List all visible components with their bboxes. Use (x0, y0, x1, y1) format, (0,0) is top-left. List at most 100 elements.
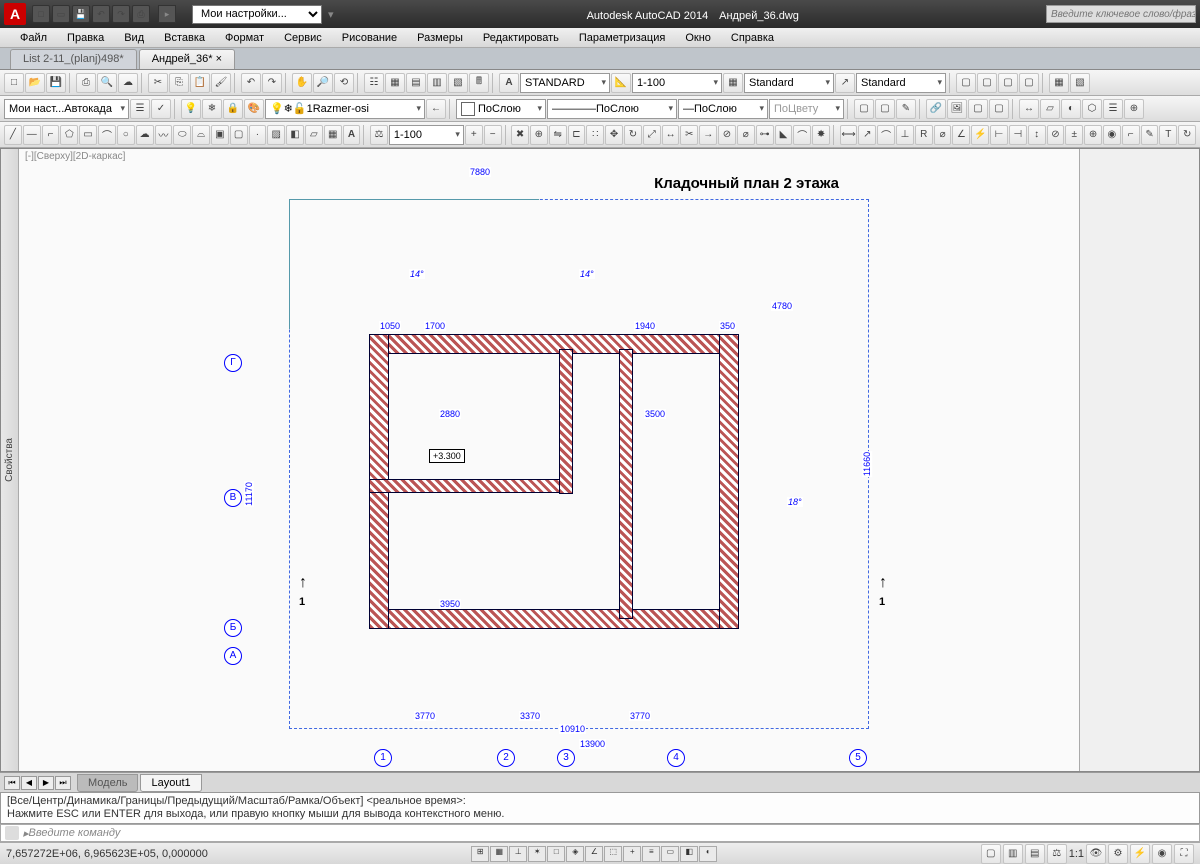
layer-dropdown[interactable]: 💡❄🔓 1Razmer-osi (265, 99, 425, 119)
region-icon[interactable]: ▱ (305, 125, 323, 145)
right-scrollbar-area[interactable] (1079, 149, 1199, 771)
qat-print-icon[interactable]: ⎙ (132, 5, 150, 23)
plotstyle-dropdown[interactable]: ПоЦвету (769, 99, 844, 119)
workspace-dropdown[interactable]: Мои настройки... (192, 5, 322, 24)
point-icon[interactable]: · (249, 125, 267, 145)
tpy-toggle-icon[interactable]: ▭ (661, 846, 679, 862)
layer-states-icon[interactable]: ✓ (151, 99, 171, 119)
menu-tools[interactable]: Сервис (274, 32, 332, 44)
image-icon[interactable]: 🖼 (947, 99, 967, 119)
tool-dc-icon[interactable]: ▦ (385, 73, 405, 93)
ortho-toggle-icon[interactable]: ⊥ (509, 846, 527, 862)
lineweight-dropdown[interactable]: — ПоСлою (678, 99, 768, 119)
measure-region-icon[interactable]: ◐ (1061, 99, 1081, 119)
dim-break-icon[interactable]: ⊘ (1047, 125, 1065, 145)
tool-redo-icon[interactable]: ↷ (262, 73, 282, 93)
offset-icon[interactable]: ⊏ (568, 125, 586, 145)
layer-off-icon[interactable]: 💡 (181, 99, 201, 119)
anno-scale-icon[interactable]: ⚖ (370, 125, 388, 145)
revcloud-icon[interactable]: ☁ (136, 125, 154, 145)
layer-lock-icon[interactable]: 🔒 (223, 99, 243, 119)
dim-style-dropdown[interactable]: 1-100 (632, 73, 722, 93)
text-style-dropdown[interactable]: STANDARD (520, 73, 610, 93)
coordinates-readout[interactable]: 7,657272E+06, 6,965623E+05, 0,000000 (6, 848, 208, 860)
lwt-toggle-icon[interactable]: ≡ (642, 846, 660, 862)
break-point-icon[interactable]: ⊘ (718, 125, 736, 145)
tool-pan-icon[interactable]: ✋ (292, 73, 312, 93)
tool-plot-icon[interactable]: ⎙ (76, 73, 96, 93)
3dosnap-toggle-icon[interactable]: ◈ (566, 846, 584, 862)
table-icon[interactable]: ▦ (324, 125, 342, 145)
ellipse-arc-icon[interactable]: ⌓ (192, 125, 210, 145)
tool-zoom-icon[interactable]: 🔎 (313, 73, 333, 93)
move-icon[interactable]: ✥ (605, 125, 623, 145)
tool-match-icon[interactable]: 🖌 (211, 73, 231, 93)
tool-properties-icon[interactable]: ☷ (364, 73, 384, 93)
anno-del-icon[interactable]: − (484, 125, 502, 145)
clean-screen-icon[interactable]: ⛶ (1174, 844, 1194, 864)
measure-area-icon[interactable]: ▱ (1040, 99, 1060, 119)
dim-angular-icon[interactable]: ∠ (952, 125, 970, 145)
table-style-icon[interactable]: ▦ (723, 73, 743, 93)
list-icon[interactable]: ☰ (1103, 99, 1123, 119)
xline-icon[interactable]: — (23, 125, 41, 145)
line-icon[interactable]: ╱ (4, 125, 22, 145)
table-style-dropdown[interactable]: Standard (744, 73, 834, 93)
tool-sheet-icon[interactable]: ▥ (427, 73, 447, 93)
polar-toggle-icon[interactable]: ✶ (528, 846, 546, 862)
tool-calc-icon[interactable]: 🖩 (469, 73, 489, 93)
chamfer-icon[interactable]: ◣ (775, 125, 793, 145)
measure-mass-icon[interactable]: ⬡ (1082, 99, 1102, 119)
stretch-icon[interactable]: ↔ (662, 125, 680, 145)
text-multiline-icon[interactable]: A (499, 73, 519, 93)
window-cascade-icon[interactable]: ▧ (1070, 73, 1090, 93)
model-paper-toggle[interactable]: ▢ (981, 844, 1001, 864)
spline-icon[interactable]: 〰 (155, 125, 173, 145)
menu-help[interactable]: Справка (721, 32, 784, 44)
isolate-objects-icon[interactable]: ◉ (1152, 844, 1172, 864)
viewport-4-icon[interactable]: ▢ (1019, 73, 1039, 93)
erase-icon[interactable]: ✖ (511, 125, 529, 145)
workspace-switch-icon[interactable]: ⚙ (1108, 844, 1128, 864)
help-search-input[interactable] (1046, 5, 1196, 23)
mleader-style-icon[interactable]: ↗ (835, 73, 855, 93)
layer-manager-icon[interactable]: ☰ (130, 99, 150, 119)
tool-publish-icon[interactable]: ☁ (118, 73, 138, 93)
menu-draw[interactable]: Рисование (332, 32, 407, 44)
join-icon[interactable]: ⊶ (756, 125, 774, 145)
id-point-icon[interactable]: ⊕ (1124, 99, 1144, 119)
inspect-icon[interactable]: ◉ (1103, 125, 1121, 145)
insert-block-icon[interactable]: ▣ (211, 125, 229, 145)
tolerance-icon[interactable]: ± (1065, 125, 1083, 145)
block-edit-icon[interactable]: ✎ (896, 99, 916, 119)
extend-icon[interactable]: → (699, 125, 717, 145)
annotation-scale-icon[interactable]: ⚖ (1047, 844, 1067, 864)
viewport-1-icon[interactable]: ▢ (956, 73, 976, 93)
qat-new-icon[interactable]: □ (32, 5, 50, 23)
gradient-icon[interactable]: ◧ (286, 125, 304, 145)
menu-edit[interactable]: Правка (57, 32, 114, 44)
circle-icon[interactable]: ○ (117, 125, 135, 145)
dim-linear-icon[interactable]: ⟷ (840, 125, 858, 145)
pline-icon[interactable]: ⌐ (42, 125, 60, 145)
tool-undo-icon[interactable]: ↶ (241, 73, 261, 93)
menu-file[interactable]: Файл (10, 32, 57, 44)
dim-tedit-icon[interactable]: T (1159, 125, 1177, 145)
break-icon[interactable]: ⌀ (737, 125, 755, 145)
mirror-icon[interactable]: ⇋ (549, 125, 567, 145)
array-icon[interactable]: ∷ (586, 125, 604, 145)
scale-icon[interactable]: ⤢ (643, 125, 661, 145)
doc-tab-2[interactable]: Андрей_36* × (139, 49, 235, 69)
menu-format[interactable]: Формат (215, 32, 274, 44)
annotation-visibility-icon[interactable]: 👁 (1086, 844, 1106, 864)
qat-save-icon[interactable]: 💾 (72, 5, 90, 23)
qat-expand-icon[interactable]: ▾ (328, 8, 334, 21)
dim-ordinate-icon[interactable]: ⊥ (896, 125, 914, 145)
make-block-icon[interactable]: ▢ (230, 125, 248, 145)
dim-radius-icon[interactable]: R (915, 125, 933, 145)
dim-continue-icon[interactable]: ⊣ (1009, 125, 1027, 145)
menu-view[interactable]: Вид (114, 32, 154, 44)
menu-parametric[interactable]: Параметризация (569, 32, 675, 44)
copy-obj-icon[interactable]: ⊕ (530, 125, 548, 145)
layout-nav-next-icon[interactable]: ▶ (38, 776, 54, 790)
